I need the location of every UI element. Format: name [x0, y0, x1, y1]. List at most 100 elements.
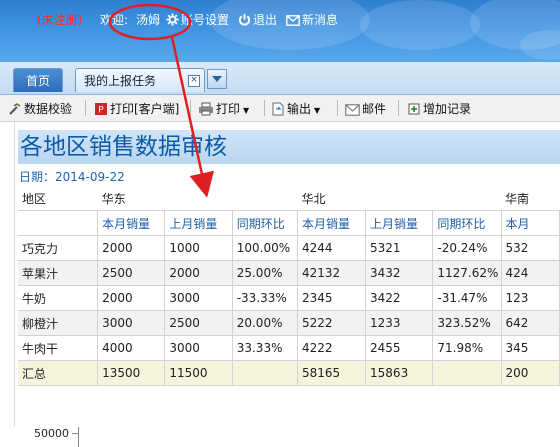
table-cell: -20.24%	[432, 235, 502, 261]
new-message-link[interactable]: 新消息	[286, 11, 338, 28]
svg-text:P: P	[98, 106, 104, 116]
column-subheader: 本月	[501, 210, 560, 236]
table-total-row: 汇总 13500 11500 58165 15863 200	[18, 360, 560, 386]
table-cell: 4222	[297, 335, 367, 361]
map-shape	[360, 0, 480, 50]
product-name-cell: 牛奶	[18, 285, 99, 311]
tab-report-task[interactable]: 我的上报任务 ×	[75, 68, 205, 92]
table-cell: 3422	[365, 285, 434, 311]
tab-task-label: 我的上报任务	[84, 74, 157, 88]
table-cell: 33.33%	[232, 335, 298, 361]
column-subheader: 本月销量	[97, 210, 166, 236]
chart-axis-line	[78, 427, 79, 447]
total-label-cell: 汇总	[18, 360, 99, 386]
report-date: 日期：2014-09-22	[19, 170, 125, 184]
product-name-cell: 柳橙汁	[18, 310, 99, 336]
region-group-header: 华东	[97, 186, 298, 211]
total-cell	[432, 360, 502, 386]
table-cell: 123	[501, 285, 560, 311]
validate-button[interactable]: 数据校验	[8, 100, 72, 118]
toolbar: 数据校验 P 打印[客户端] 打印 ▼ 输出 ▼ 邮件 增加记录	[0, 95, 560, 122]
close-tab-icon[interactable]: ×	[188, 75, 200, 87]
account-settings-label: 账号设置	[181, 13, 230, 27]
table-cell: 642	[501, 310, 560, 336]
table-cell: 71.98%	[432, 335, 502, 361]
report-title-band: 各地区销售数据审核	[18, 130, 560, 164]
gear-icon	[166, 13, 179, 26]
column-subheader: 本月销量	[297, 210, 367, 236]
add-record-label: 增加记录	[423, 102, 472, 116]
table-cell: 532	[501, 235, 560, 261]
add-record-button[interactable]: 增加记录	[407, 100, 471, 118]
table-cell: 20.00%	[232, 310, 298, 336]
column-subheader: 上月销量	[164, 210, 233, 236]
report-area: 各地区销售数据审核 日期：2014-09-22 地区 华东 华北 华南 本月销量 上月销量…	[0, 122, 560, 447]
toolbar-separator	[264, 100, 265, 116]
table-cell: -33.33%	[232, 285, 298, 311]
print-client-button[interactable]: P 打印[客户端]	[94, 100, 179, 118]
table-cell: 3000	[164, 335, 233, 361]
logout-link[interactable]: 退出	[238, 11, 277, 28]
power-icon	[238, 13, 251, 26]
export-label: 输出	[287, 102, 312, 116]
table-cell: 42132	[297, 260, 367, 286]
chart-axis-tick	[72, 433, 78, 434]
tab-bar: 首页 我的上报任务 ×	[0, 62, 560, 95]
chart-axis-label: 50000	[34, 427, 69, 440]
column-subheader: 同期环比	[232, 210, 298, 236]
table-cell: 323.52%	[432, 310, 502, 336]
map-shape	[520, 30, 560, 60]
toolbar-separator	[190, 100, 191, 116]
table-cell: 100.00%	[232, 235, 298, 261]
total-cell: 13500	[97, 360, 166, 386]
region-header-cell: 地区	[18, 186, 98, 211]
region-group-header: 华北	[297, 186, 502, 211]
toolbar-separator	[398, 100, 399, 116]
table-row: 牛肉干 4000 3000 33.33% 4222 2455 71.98% 345	[18, 335, 560, 361]
table-cell: 5321	[365, 235, 434, 261]
printer-icon	[199, 102, 213, 116]
validate-icon	[9, 103, 21, 115]
total-cell: 200	[501, 360, 560, 386]
table-cell: 2000	[164, 260, 233, 286]
new-message-label: 新消息	[302, 13, 339, 27]
toolbar-separator	[85, 100, 86, 116]
chevron-down-icon	[212, 76, 222, 82]
username: 汤姆	[136, 13, 161, 27]
column-subheader: 同期环比	[432, 210, 502, 236]
dropdown-arrow-icon: ▼	[243, 106, 250, 115]
export-icon	[272, 102, 284, 116]
table-cell: 2455	[365, 335, 434, 361]
sales-table: 地区 华东 华北 华南 本月销量 上月销量 同期环比 本月销量 上月销量 同期环比 本月 巧克力 200…	[18, 186, 560, 386]
table-row: 巧克力 2000 1000 100.00% 4244 5321 -20.24% 532	[18, 235, 560, 261]
table-cell: 3432	[365, 260, 434, 286]
table-cell: 2500	[97, 260, 166, 286]
table-cell: 2000	[97, 235, 166, 261]
product-name-cell: 巧克力	[18, 235, 99, 261]
table-header-row: 地区 华东 华北 华南	[18, 186, 560, 211]
table-cell: 3000	[97, 310, 166, 336]
column-subheader: 上月销量	[365, 210, 434, 236]
table-cell: 3000	[164, 285, 233, 311]
table-cell: 1233	[365, 310, 434, 336]
total-cell: 11500	[164, 360, 233, 386]
export-dropdown-button[interactable]: 输出 ▼	[271, 100, 320, 118]
mail-icon	[345, 104, 360, 116]
registration-status: (未注册)	[37, 13, 83, 27]
tab-menu-button[interactable]	[207, 69, 227, 89]
total-cell	[232, 360, 298, 386]
tab-home[interactable]: 首页	[13, 68, 63, 92]
product-name-cell: 苹果汁	[18, 260, 99, 286]
table-row: 苹果汁 2500 2000 25.00% 42132 3432 1127.62% 424	[18, 260, 560, 286]
table-cell: 2000	[97, 285, 166, 311]
top-banner: (未注册) 欢迎: 汤姆 账号设置 退出 新消息	[0, 0, 560, 62]
table-cell: -31.47%	[432, 285, 502, 311]
tab-home-label: 首页	[25, 74, 50, 88]
mail-button[interactable]: 邮件	[345, 100, 386, 118]
table-row: 牛奶 2000 3000 -33.33% 2345 3422 -31.47% 123	[18, 285, 560, 311]
print-dropdown-button[interactable]: 打印 ▼	[198, 100, 249, 118]
welcome-label: 欢迎:	[100, 13, 129, 27]
table-row: 柳橙汁 3000 2500 20.00% 5222 1233 323.52% 642	[18, 310, 560, 336]
account-settings-link[interactable]: 账号设置	[166, 11, 229, 28]
validate-label: 数据校验	[24, 102, 73, 116]
